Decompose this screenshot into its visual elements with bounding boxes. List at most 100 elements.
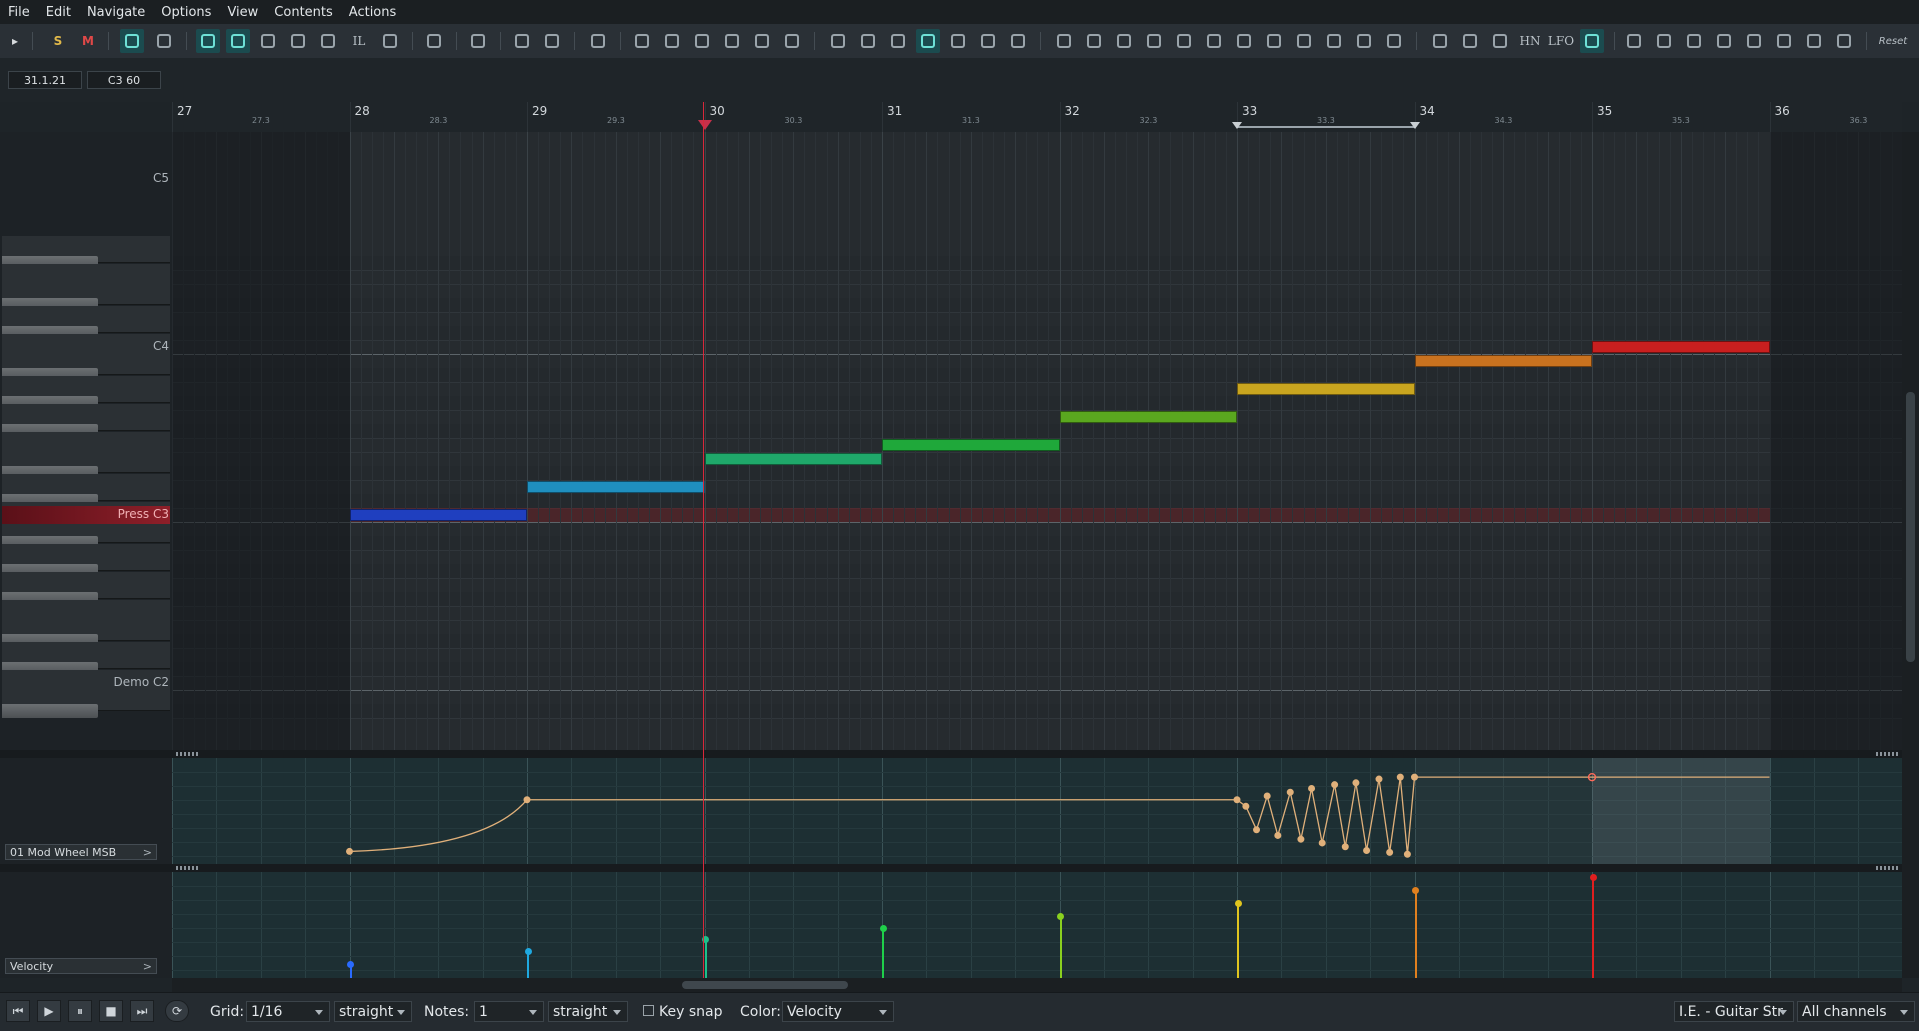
cc-point[interactable] [1253,826,1261,834]
glue-icon[interactable] [1262,29,1286,53]
cc-point[interactable] [1352,779,1360,787]
timeline-ruler[interactable]: 27 27.3 28 28.3 29 29.3 30 30.3 31 31.3 32 32.3 33 33… [172,102,1902,133]
midi-note[interactable] [1414,355,1592,367]
step-icon[interactable] [286,29,310,53]
zoom-out-icon[interactable] [660,29,684,53]
zoom-z-icon[interactable] [1622,29,1646,53]
midi-note[interactable] [1592,341,1770,353]
velocity-handle[interactable] [1057,912,1064,920]
velocity-stem[interactable] [704,939,707,978]
cc-point[interactable] [1286,788,1294,796]
velocity-handle[interactable] [1412,886,1419,894]
cc-point[interactable] [1233,796,1241,804]
piano-roll-grid[interactable] [172,132,1902,750]
drag-grip-icon[interactable] [176,752,198,756]
lfo-button[interactable]: LFO [1546,29,1576,53]
velocity-handle[interactable] [1234,899,1242,907]
cc-point[interactable] [1403,850,1411,858]
il-button[interactable]: IL [346,29,372,53]
menu-file[interactable]: File [0,5,38,20]
midi-note[interactable] [882,439,1060,451]
cc-lane-selector[interactable]: 01 Mod Wheel MSB [5,844,157,860]
cc-point[interactable] [1242,802,1250,810]
key-snap-checkbox[interactable] [643,1005,654,1016]
cc-point[interactable] [523,796,531,804]
black-key[interactable] [2,704,98,718]
cc-point[interactable] [1297,835,1305,843]
menu-actions[interactable]: Actions [341,5,405,20]
zoom-s-icon[interactable] [1832,29,1856,53]
align-start-icon[interactable] [1142,29,1166,53]
cc-point[interactable] [1363,846,1371,854]
draw-curve-icon[interactable] [1382,29,1406,53]
triplet-icon[interactable] [1006,29,1030,53]
note-sixteenth-icon[interactable] [946,29,970,53]
velocity-handle[interactable] [524,947,532,955]
zoom-v-out-icon[interactable] [1742,29,1766,53]
staccato-icon[interactable] [1232,29,1256,53]
zoom-v-icon[interactable] [1802,29,1826,53]
note-thirtysecond-icon[interactable] [976,29,1000,53]
velocity-stem[interactable] [1237,903,1239,978]
cc-point[interactable] [1318,839,1326,847]
menu-navigate[interactable]: Navigate [79,5,153,20]
filter-icon[interactable] [316,29,340,53]
grid-mode-select[interactable]: straight [334,1001,412,1022]
midi-note[interactable] [349,509,527,521]
zoom-fit-icon[interactable] [690,29,714,53]
drag-grip-icon[interactable] [1876,866,1898,870]
note-dotted-icon[interactable] [1052,29,1076,53]
velocity-lane[interactable] [172,872,1902,978]
midi-note[interactable] [1237,383,1415,395]
reset-button[interactable]: Reset [1872,29,1914,53]
notes-select[interactable]: 1 [474,1001,544,1022]
vertical-scroll-thumb[interactable] [1906,392,1915,662]
rewind-icon[interactable]: ⏮ [6,1000,30,1022]
pause-icon[interactable]: ⏸ [68,1000,92,1022]
cc-lane[interactable] [172,758,1902,864]
drag-grip-icon[interactable] [176,866,198,870]
velocity-bars-icon[interactable] [1428,29,1452,53]
midi-note[interactable] [704,453,882,465]
playhead-marker-icon[interactable] [697,120,712,130]
vertical-scrollbar[interactable] [1902,132,1919,978]
quantize-icon[interactable] [510,29,534,53]
play-arrow-icon[interactable]: ▸ [4,29,26,53]
lane-divider[interactable] [0,750,1919,758]
legato-icon[interactable] [1202,29,1226,53]
arrow-split-icon[interactable] [586,29,610,53]
velocity-stem[interactable] [882,928,884,978]
menu-contents[interactable]: Contents [266,5,340,20]
note-whole-icon[interactable] [826,29,850,53]
cc-point[interactable] [1341,843,1349,851]
zoom-v-in-icon[interactable] [1712,29,1736,53]
smooth-curve-icon[interactable] [1580,29,1604,53]
quantize-end-icon[interactable] [540,29,564,53]
grid-select[interactable]: 1/16 [246,1001,330,1022]
cc-point[interactable] [1308,784,1316,792]
color-mode-select[interactable]: Velocity [782,1001,894,1022]
zoom-h-icon[interactable] [1682,29,1706,53]
instrument-select[interactable]: I.E. - Guitar Str [1674,1001,1794,1022]
hn-button[interactable]: HN [1516,29,1544,53]
velocity-stem[interactable] [1592,878,1594,978]
flat-line-icon[interactable] [1488,29,1512,53]
note-quarter-icon[interactable] [886,29,910,53]
keyboard-icon[interactable] [750,29,774,53]
cc-curve-line[interactable] [349,776,1770,855]
window-icon[interactable] [378,29,402,53]
zoom-search-icon[interactable] [780,29,804,53]
drag-grip-icon[interactable] [1876,752,1898,756]
loop-icon[interactable] [196,29,220,53]
split-icon[interactable] [1292,29,1316,53]
align-end-icon[interactable] [1172,29,1196,53]
midi-note[interactable] [527,481,705,493]
cc-point[interactable] [1274,831,1282,839]
loop-record-icon[interactable]: ⟳ [165,1000,189,1022]
cc-point[interactable] [1375,775,1383,783]
midi-note[interactable] [1059,411,1237,423]
delete-red-icon[interactable] [1322,29,1346,53]
play-icon[interactable]: ▶ [37,1000,61,1022]
cc-point[interactable] [345,847,353,855]
solo-button[interactable]: S [46,29,70,53]
